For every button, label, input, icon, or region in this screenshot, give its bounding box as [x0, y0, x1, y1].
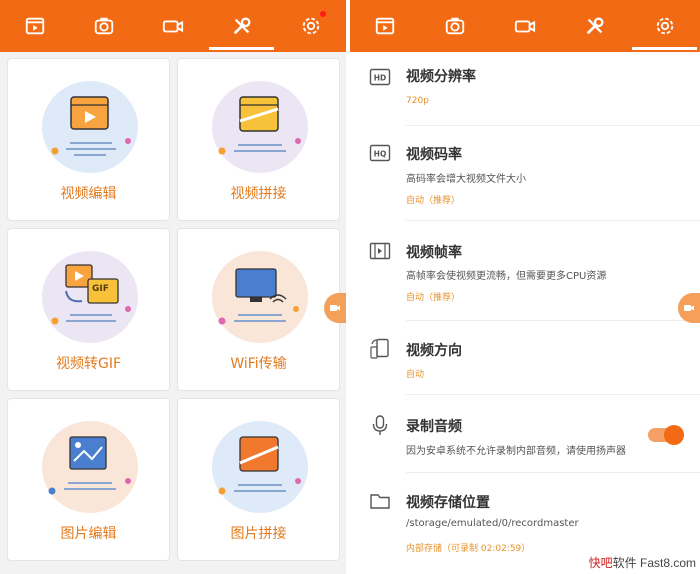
setting-description: /storage/emulated/0/recordmaster [406, 518, 579, 529]
toggle-knob [664, 425, 684, 445]
divider [406, 220, 700, 221]
card-label: 视频编辑 [60, 186, 117, 202]
card-label: 图片编辑 [60, 526, 117, 542]
setting-title: 视频分辨率 [406, 69, 476, 85]
video-merge-icon [218, 96, 301, 155]
video-merge-card[interactable]: 视频拼接 [177, 58, 340, 221]
screen-rotation-icon [370, 338, 389, 359]
card-label: 视频拼接 [230, 186, 287, 202]
tab-settings[interactable] [630, 0, 699, 52]
video-recorder-icon [684, 305, 694, 311]
tab-screenshot[interactable] [69, 0, 138, 52]
wifi-transfer-card[interactable]: WiFi传输 [177, 228, 340, 391]
setting-bitrate[interactable]: HQ 视频码率 高码率会增大视频文件大小 自动（推荐） [350, 140, 700, 221]
tab-recorder[interactable] [138, 0, 207, 52]
divider [406, 394, 700, 395]
folder-icon [370, 494, 390, 509]
tools-icon [233, 17, 250, 35]
camera-icon [445, 17, 464, 35]
record-audio-toggle[interactable] [648, 425, 684, 445]
gif-badge: GIF [92, 284, 109, 294]
setting-record-audio[interactable]: 录制音频 因为安卓系统不允许录制内部音频，请使用扬声器 [350, 414, 700, 473]
camera-icon [94, 17, 113, 35]
hd-icon: HD [369, 68, 391, 86]
setting-description: 因为安卓系统不允许录制内部音频，请使用扬声器 [406, 446, 626, 457]
divider [406, 320, 700, 321]
video-clip-icon [25, 17, 44, 35]
tab-settings[interactable] [276, 0, 345, 52]
microphone-icon [372, 415, 388, 435]
image-merge-card[interactable]: 图片拼接 [177, 398, 340, 561]
image-merge-icon [218, 436, 301, 495]
divider [406, 472, 700, 473]
setting-title: 视频帧率 [406, 245, 462, 261]
setting-description: 高帧率会使视频更流畅，但需要更多CPU资源 [406, 271, 607, 282]
video-edit-icon [51, 96, 131, 156]
setting-description: 高码率会增大视频文件大小 [406, 174, 526, 185]
tab-recorder[interactable] [490, 0, 559, 52]
setting-value: 720p [406, 96, 429, 106]
film-frame-icon [369, 242, 391, 260]
hq-icon: HQ [369, 144, 391, 162]
video-recorder-icon [330, 305, 340, 311]
video-to-gif-icon [51, 264, 131, 325]
setting-value: 自动 [406, 370, 425, 380]
tab-screenshot[interactable] [420, 0, 489, 52]
watermark: 快吧软件 Fast8.com [588, 556, 696, 570]
floating-record-bubble[interactable] [324, 293, 346, 323]
top-tab-bar [350, 0, 700, 52]
card-label: WiFi传输 [230, 356, 287, 372]
svg-text:HD: HD [374, 74, 387, 83]
setting-title: 录制音频 [406, 419, 462, 435]
settings-icon [656, 17, 673, 35]
tools-screen: 视频编辑 视频拼接 GIF 视频转GIF WiFi传输 图片编辑 图片拼接 [0, 0, 346, 574]
setting-resolution[interactable]: HD 视频分辨率 720p [350, 62, 700, 126]
setting-value: 自动（推荐） [406, 196, 461, 206]
image-edit-icon [48, 436, 131, 495]
settings-screen: HD 视频分辨率 720p HQ 视频码率 高码率会增大视频文件大小 自动（推荐… [350, 0, 700, 574]
video-to-gif-card[interactable]: GIF 视频转GIF [7, 228, 170, 391]
floating-record-bubble[interactable] [678, 293, 700, 323]
video-clip-icon [375, 17, 394, 35]
top-tab-bar [0, 0, 346, 52]
settings-icon [302, 17, 319, 35]
divider [406, 125, 700, 126]
setting-title: 视频方向 [406, 343, 462, 359]
wifi-transfer-icon [218, 268, 299, 325]
tab-video[interactable] [350, 0, 419, 52]
setting-value: 内部存储（可录制 02:02:59） [406, 544, 531, 554]
video-edit-card[interactable]: 视频编辑 [7, 58, 170, 221]
tab-video[interactable] [0, 0, 69, 52]
setting-storage-location[interactable]: 视频存储位置 /storage/emulated/0/recordmaster … [350, 490, 700, 560]
card-label: 视频转GIF [55, 356, 122, 372]
video-recorder-icon [514, 20, 535, 33]
image-edit-card[interactable]: 图片编辑 [7, 398, 170, 561]
setting-title: 视频码率 [406, 147, 462, 163]
setting-title: 视频存储位置 [406, 495, 490, 511]
tab-tools[interactable] [560, 0, 629, 52]
tab-tools[interactable] [207, 0, 276, 52]
setting-value: 自动（推荐） [406, 293, 461, 303]
svg-text:HQ: HQ [374, 150, 387, 159]
setting-frame-rate[interactable]: 视频帧率 高帧率会使视频更流畅，但需要更多CPU资源 自动（推荐） [350, 238, 700, 321]
notification-dot [320, 11, 326, 17]
video-recorder-icon [162, 20, 183, 33]
setting-orientation[interactable]: 视频方向 自动 [350, 338, 700, 395]
card-label: 图片拼接 [230, 526, 287, 542]
tools-icon [586, 17, 603, 35]
